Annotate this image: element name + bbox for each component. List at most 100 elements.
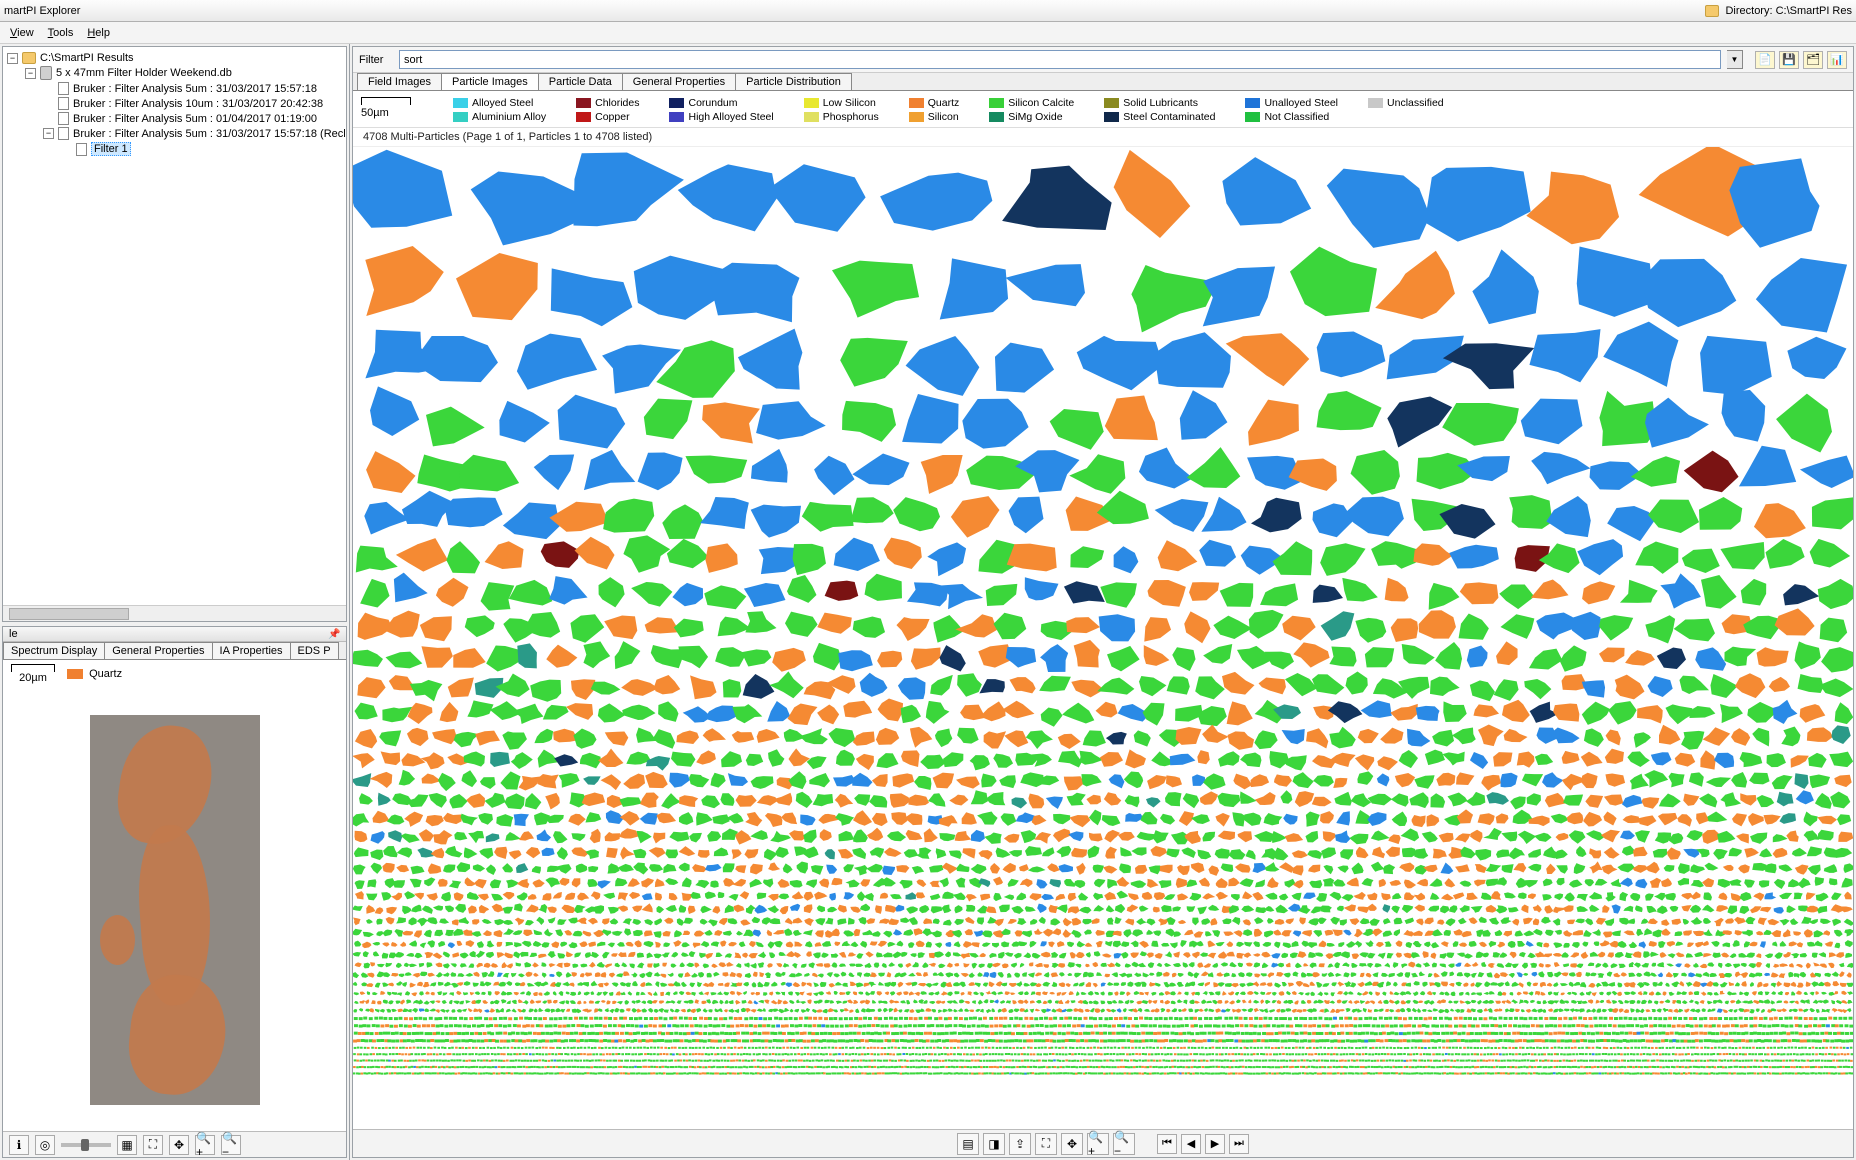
- legend-item: Corundum: [669, 97, 773, 109]
- filter-toolbar: 📄 💾 🗂 📊: [1755, 51, 1847, 69]
- legend-item: Silicon: [909, 111, 960, 123]
- tree-item-selected[interactable]: Filter 1: [61, 141, 344, 157]
- tool-a-button[interactable]: ▤: [957, 1133, 979, 1155]
- sem-image: [90, 715, 260, 1105]
- db-icon: [40, 66, 52, 80]
- zoom-slider[interactable]: [61, 1143, 111, 1147]
- tree-root-label: C:\SmartPI Results: [40, 52, 134, 64]
- pan-button[interactable]: ✥: [1061, 1133, 1083, 1155]
- tree-expander[interactable]: −: [25, 68, 36, 79]
- main-scale: 50µm: [361, 97, 423, 119]
- fit-button[interactable]: ⛶: [1035, 1133, 1057, 1155]
- doc-icon: [58, 82, 69, 95]
- pin-icon[interactable]: [328, 628, 340, 640]
- tree-expander[interactable]: −: [43, 128, 54, 139]
- tree-item[interactable]: Bruker : Filter Analysis 5um : 01/04/201…: [43, 111, 344, 126]
- directory-label: Directory: C:\SmartPI Res: [1725, 5, 1852, 17]
- tree-item-label: Filter 1: [91, 142, 131, 156]
- tab-ia-properties[interactable]: IA Properties: [212, 642, 291, 659]
- legend-item: Steel Contaminated: [1104, 111, 1215, 123]
- preview-title: le: [9, 628, 18, 640]
- legend-item: Quartz: [909, 97, 960, 109]
- export-button[interactable]: ⇪: [1009, 1133, 1031, 1155]
- tree-scrollbar[interactable]: [3, 605, 346, 621]
- menu-tools[interactable]: Tools: [48, 27, 74, 39]
- legend-item: Not Classified: [1245, 111, 1338, 123]
- tree-item-label: Bruker : Filter Analysis 5um : 01/04/201…: [73, 113, 317, 125]
- tab-particle-data[interactable]: Particle Data: [538, 73, 623, 90]
- preview-tabs: Spectrum Display General Properties IA P…: [3, 642, 346, 660]
- filter-input[interactable]: [399, 50, 1721, 69]
- zoom-out-button[interactable]: 🔍−: [221, 1135, 241, 1155]
- tool-icon-3[interactable]: 🗂: [1803, 51, 1823, 69]
- tab-eds-p[interactable]: EDS P: [290, 642, 339, 659]
- zoom-in-button[interactable]: 🔍+: [1087, 1133, 1109, 1155]
- legend-item: Aluminium Alloy: [453, 111, 546, 123]
- scale-label: 20µm: [19, 672, 47, 684]
- tab-field-images[interactable]: Field Images: [357, 73, 442, 90]
- legend-item: Alloyed Steel: [453, 97, 546, 109]
- window-title: martPI Explorer: [4, 5, 80, 17]
- grid-button[interactable]: ▦: [117, 1135, 137, 1155]
- doc-icon: [58, 112, 69, 125]
- tree-expander[interactable]: −: [7, 53, 18, 64]
- tree-item[interactable]: − Bruker : Filter Analysis 5um : 31/03/20…: [43, 126, 344, 141]
- nav-first-button[interactable]: ⏮: [1157, 1134, 1177, 1154]
- legend-label: Quartz: [89, 668, 122, 680]
- preview-title-bar: le: [3, 627, 346, 642]
- legend-item: High Alloyed Steel: [669, 111, 773, 123]
- legend-item: Low Silicon: [804, 97, 879, 109]
- zoom-in-button[interactable]: 🔍+: [195, 1135, 215, 1155]
- folder-icon: [22, 52, 36, 64]
- tab-general-properties[interactable]: General Properties: [622, 73, 736, 90]
- menu-help[interactable]: Help: [87, 27, 110, 39]
- tree-item-label: Bruker : Filter Analysis 5um : 31/03/201…: [73, 83, 317, 95]
- legend-item: Silicon Calcite: [989, 97, 1074, 109]
- tab-particle-images[interactable]: Particle Images: [441, 73, 539, 90]
- left-panel: − C:\SmartPI Results − 5 x 47mm Filter H…: [0, 44, 350, 1160]
- filter-dropdown-button[interactable]: ▼: [1727, 50, 1743, 69]
- legend-item: Copper: [576, 111, 639, 123]
- legend-row: 50µm Alloyed Steel Aluminium Alloy Chlor…: [353, 91, 1853, 128]
- pan-button[interactable]: ✥: [169, 1135, 189, 1155]
- fit-button[interactable]: ⛶: [143, 1135, 163, 1155]
- tree-db-label: 5 x 47mm Filter Holder Weekend.db: [56, 67, 232, 79]
- scale-label: 50µm: [361, 107, 389, 119]
- main-panel: Filter ▼ 📄 💾 🗂 📊 Field Images Particle I…: [352, 46, 1854, 1158]
- title-bar: martPI Explorer Directory: C:\SmartPI Re…: [0, 0, 1856, 22]
- tree-root[interactable]: − C:\SmartPI Results: [7, 51, 344, 65]
- nav-prev-button[interactable]: ◀: [1181, 1134, 1201, 1154]
- preview-scale-row: 20µm Quartz: [3, 660, 346, 688]
- tab-particle-distribution[interactable]: Particle Distribution: [735, 73, 852, 90]
- legend-item: Unclassified: [1368, 97, 1444, 109]
- tree-db[interactable]: − 5 x 47mm Filter Holder Weekend.db: [25, 65, 344, 81]
- zoom-out-button[interactable]: 🔍−: [1113, 1133, 1135, 1155]
- doc-icon: [58, 127, 69, 140]
- tool-icon-2[interactable]: 💾: [1779, 51, 1799, 69]
- tab-general-properties[interactable]: General Properties: [104, 642, 212, 659]
- tree-item[interactable]: Bruker : Filter Analysis 5um : 31/03/201…: [43, 81, 344, 96]
- folder-icon: [1705, 5, 1719, 17]
- info-button[interactable]: ℹ: [9, 1135, 29, 1155]
- tool-icon-4[interactable]: 📊: [1827, 51, 1847, 69]
- tree-item-label: Bruker : Filter Analysis 5um : 31/03/201…: [73, 128, 347, 140]
- tool-b-button[interactable]: ◨: [983, 1133, 1005, 1155]
- tab-spectrum-display[interactable]: Spectrum Display: [3, 642, 105, 659]
- legend-item: Phosphorus: [804, 111, 879, 123]
- nav-next-button[interactable]: ▶: [1205, 1134, 1225, 1154]
- tree-panel: − C:\SmartPI Results − 5 x 47mm Filter H…: [2, 46, 347, 622]
- scale-bar-icon: [11, 664, 55, 672]
- tool-icon-1[interactable]: 📄: [1755, 51, 1775, 69]
- count-line: 4708 Multi-Particles (Page 1 of 1, Parti…: [353, 128, 1853, 147]
- particles-canvas[interactable]: [353, 147, 1853, 1129]
- menu-bar: View Tools Help: [0, 22, 1856, 44]
- tree-item[interactable]: Bruker : Filter Analysis 10um : 31/03/20…: [43, 96, 344, 111]
- legend-item: Chlorides: [576, 97, 639, 109]
- menu-view[interactable]: View: [10, 27, 34, 39]
- target-button[interactable]: ◎: [35, 1135, 55, 1155]
- main-footer-toolbar: ▤ ◨ ⇪ ⛶ ✥ 🔍+ 🔍− ⏮ ◀ ▶ ⏭: [353, 1129, 1853, 1157]
- doc-icon: [58, 97, 69, 110]
- doc-icon: [76, 143, 87, 156]
- scale-bar-icon: [361, 97, 411, 105]
- nav-last-button[interactable]: ⏭: [1229, 1134, 1249, 1154]
